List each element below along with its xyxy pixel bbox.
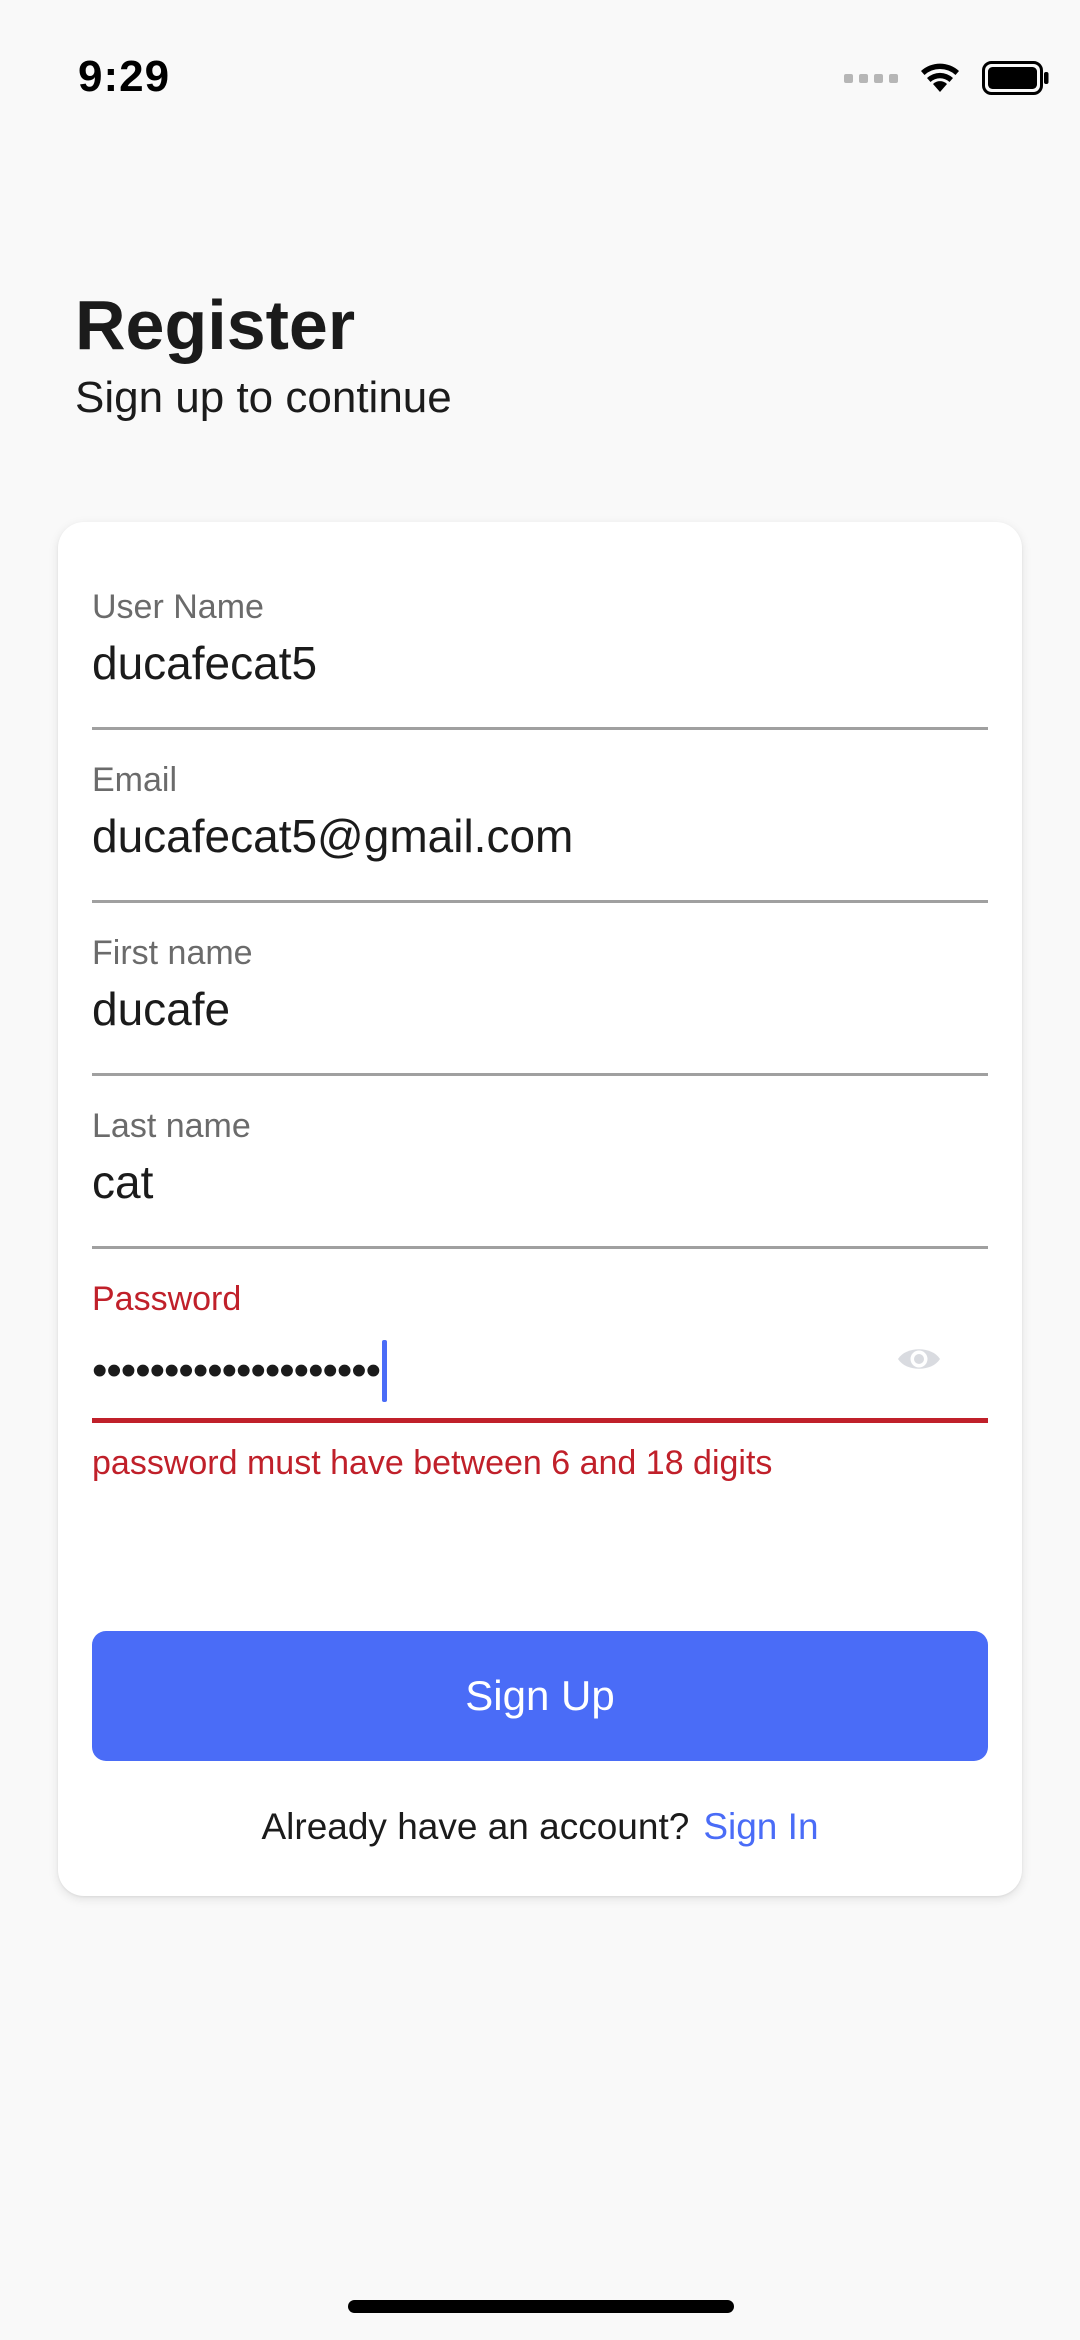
battery-icon	[982, 61, 1049, 95]
wifi-icon	[921, 63, 959, 92]
first-name-label: First name	[92, 934, 253, 972]
status-icons	[844, 60, 1050, 96]
text-cursor	[382, 1340, 388, 1402]
password-error-message: password must have between 6 and 18 digi…	[92, 1444, 773, 1482]
sign-up-button[interactable]: Sign Up	[92, 1631, 988, 1761]
sign-in-prompt-row: Already have an account? Sign In	[58, 1806, 1022, 1848]
last-name-label: Last name	[92, 1107, 251, 1145]
first-name-input[interactable]: ducafe	[92, 982, 230, 1036]
password-label: Password	[92, 1280, 242, 1318]
email-underline	[92, 900, 988, 903]
first-name-underline	[92, 1073, 988, 1076]
cellular-signal-icon	[844, 73, 898, 83]
password-input[interactable]: ••••••••••••••••••••	[92, 1340, 388, 1402]
home-indicator[interactable]	[348, 2300, 734, 2313]
eye-icon[interactable]	[896, 1342, 942, 1376]
sign-in-link[interactable]: Sign In	[703, 1806, 818, 1847]
page-subtitle: Sign up to continue	[75, 373, 452, 422]
register-card: User Name ducafecat5 Email ducafecat5@gm…	[58, 522, 1022, 1896]
email-input[interactable]: ducafecat5@gmail.com	[92, 809, 573, 863]
sign-in-prompt: Already have an account?	[261, 1806, 690, 1847]
last-name-input[interactable]: cat	[92, 1155, 153, 1209]
password-masked-text: ••••••••••••••••••••	[92, 1346, 381, 1395]
username-input[interactable]: ducafecat5	[92, 636, 317, 690]
last-name-underline	[92, 1246, 988, 1249]
page-title: Register	[75, 286, 356, 364]
username-label: User Name	[92, 588, 264, 626]
email-label: Email	[92, 761, 178, 799]
username-underline	[92, 727, 988, 730]
password-underline	[92, 1418, 988, 1423]
status-time: 9:29	[78, 52, 171, 101]
